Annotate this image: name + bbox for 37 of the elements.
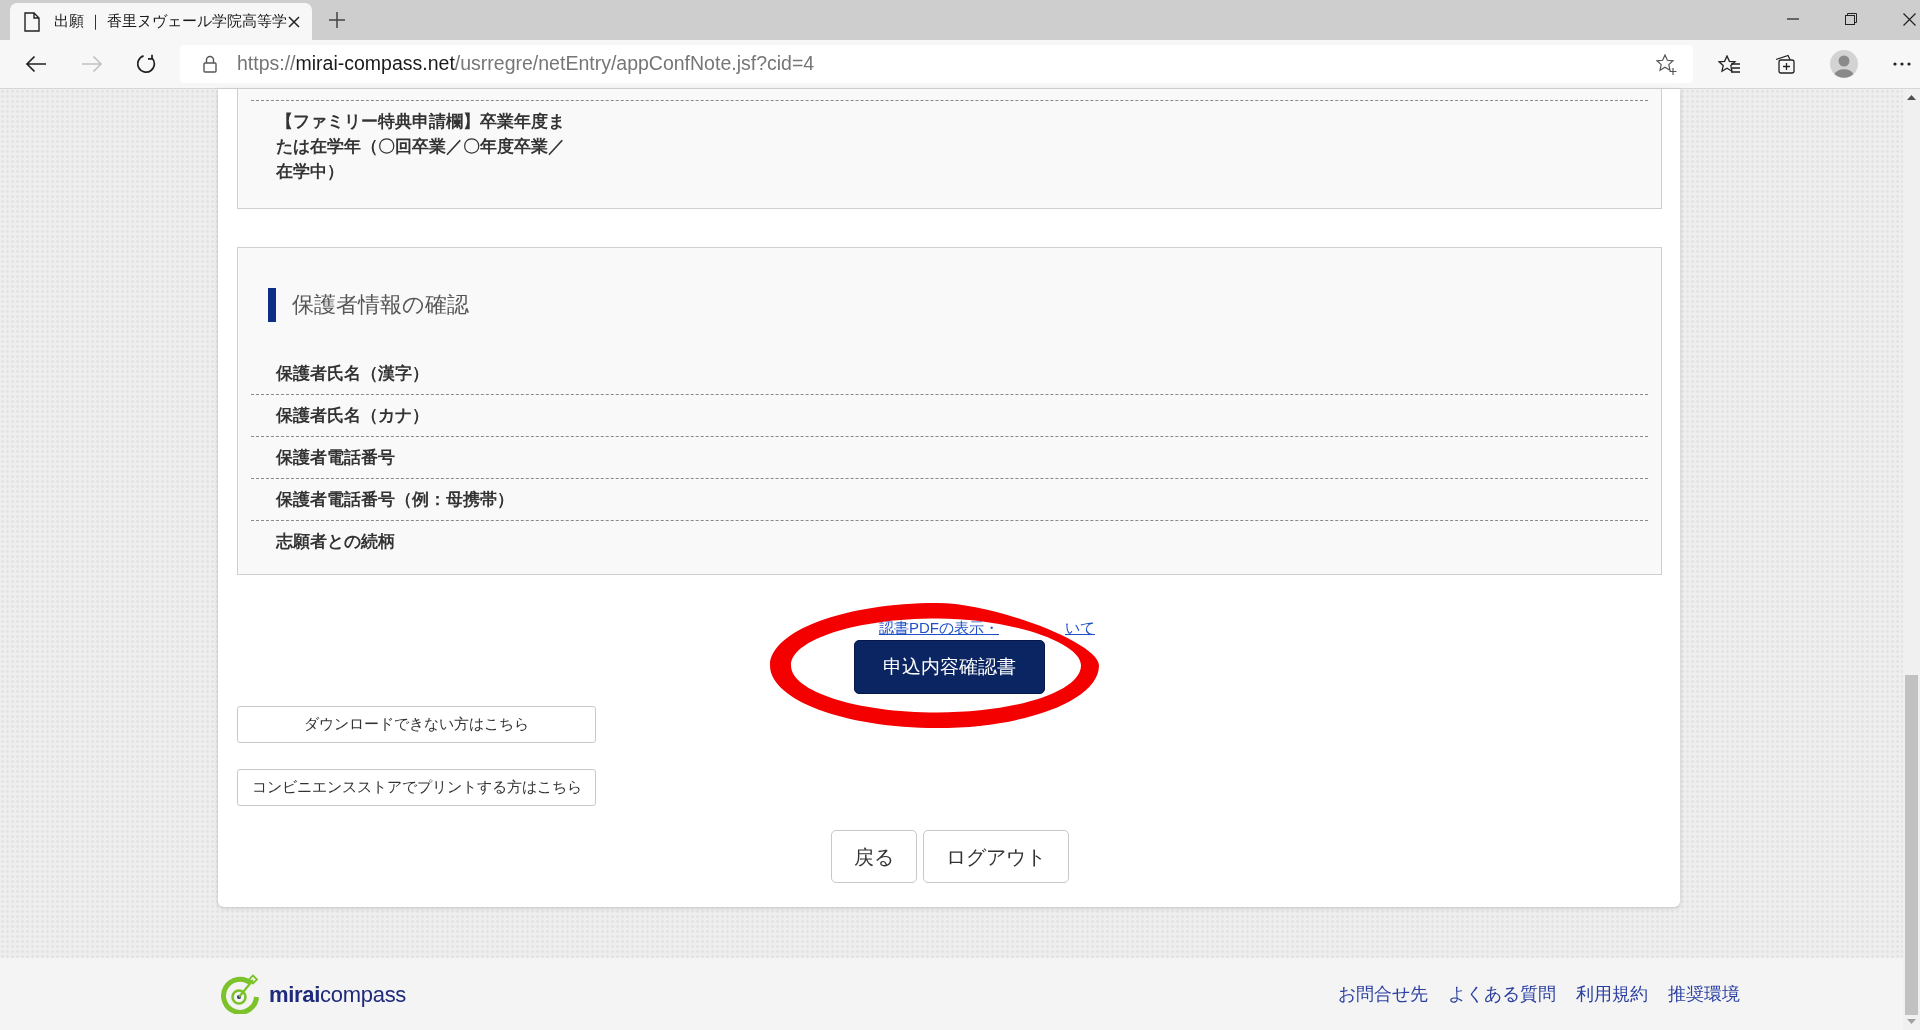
restore-icon[interactable] [1845, 13, 1857, 25]
back-button[interactable]: 戻る [830, 830, 917, 883]
close-icon[interactable] [288, 15, 300, 28]
help-link-button[interactable]: コンビニエンスストアでプリントする方はこちら [237, 769, 596, 806]
footer-link[interactable]: お問合せ先 [1338, 980, 1428, 1008]
footer-link[interactable]: 利用規約 [1576, 980, 1648, 1008]
avatar-icon[interactable] [1830, 50, 1858, 78]
footer-link[interactable]: 推奨環境 [1668, 980, 1740, 1008]
field-label: 保護者氏名（カナ） [276, 405, 429, 427]
lock-icon [203, 55, 217, 73]
field-label: 保護者電話番号（例：母携帯） [276, 489, 514, 511]
field-label: 保護者氏名（漢字） [276, 363, 429, 385]
scrollbar-thumb[interactable] [1905, 675, 1918, 1015]
field-label: 【ファミリー特典申請欄】卒業年度または在学年（〇回卒業／〇年度卒業／在学中） [276, 111, 566, 183]
logout-button[interactable]: ログアウト [922, 830, 1069, 883]
field-label: 志願者との続柄 [276, 531, 395, 552]
favorites-list-icon[interactable] [1718, 55, 1740, 73]
new-tab-plus-icon[interactable] [329, 12, 345, 28]
section-title: 保護者情報の確認 [268, 288, 469, 322]
confirmation-pdf-button[interactable]: 申込内容確認書 [854, 640, 1045, 694]
more-icon[interactable] [1893, 62, 1911, 66]
star-plus-icon[interactable] [1656, 53, 1677, 75]
logo-text: miraicompass [269, 980, 407, 1009]
refresh-icon[interactable] [137, 54, 157, 74]
scroll-up-icon[interactable] [1907, 95, 1916, 100]
logo-icon [220, 974, 260, 1014]
field-label: 保護者電話番号 [276, 447, 395, 468]
page-icon [24, 11, 40, 32]
address-field[interactable]: https://mirai-compass.net/usrregre/netEntry/appConfNote.jsf?cid=4 [180, 45, 1693, 83]
close-icon[interactable] [1903, 12, 1916, 26]
collections-icon[interactable] [1775, 54, 1795, 74]
browser-tab[interactable]: 出願 ｜ 香里ヌヴェール学院高等学 [10, 3, 312, 40]
help-link-button[interactable]: ダウンロードできない方はこちら [237, 706, 596, 743]
back-arrow-icon[interactable] [25, 55, 47, 73]
pdf-info-link[interactable]: いて [1065, 619, 1095, 636]
pdf-info-link[interactable]: 認書PDFの表示・ [879, 619, 999, 636]
footer-link[interactable]: よくある質問 [1448, 980, 1556, 1008]
